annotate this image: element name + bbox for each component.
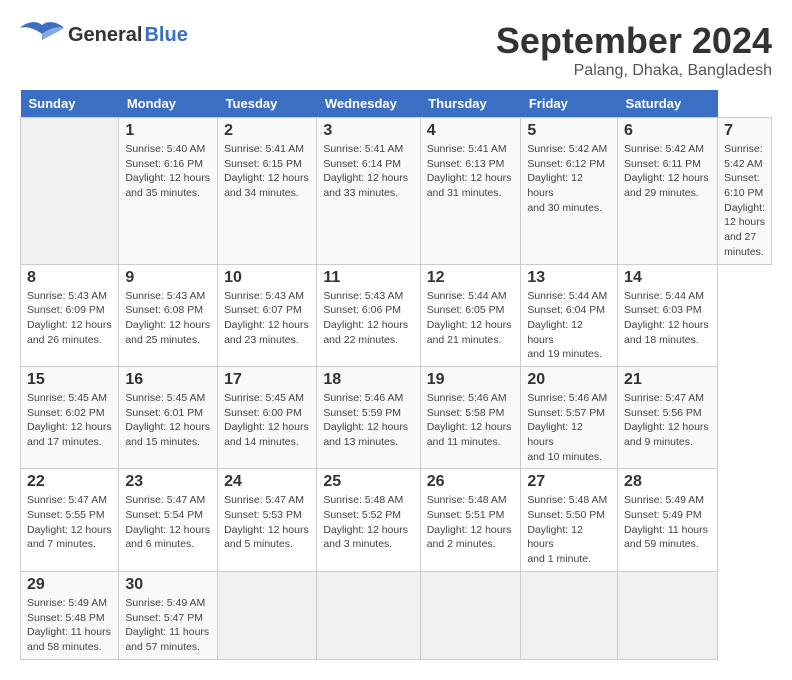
empty-cell-4-5	[521, 571, 618, 659]
day-cell-23: 23Sunrise: 5:47 AM Sunset: 5:54 PM Dayli…	[119, 469, 218, 571]
empty-cell-4-4	[420, 571, 521, 659]
day-cell-15: 15Sunrise: 5:45 AM Sunset: 6:02 PM Dayli…	[21, 366, 119, 468]
day-cell-12: 12Sunrise: 5:44 AM Sunset: 6:05 PM Dayli…	[420, 264, 521, 366]
week-row-4: 22Sunrise: 5:47 AM Sunset: 5:55 PM Dayli…	[21, 469, 772, 571]
day-cell-21: 21Sunrise: 5:47 AM Sunset: 5:56 PM Dayli…	[618, 366, 718, 468]
empty-cell-4-3	[317, 571, 420, 659]
day-cell-22: 22Sunrise: 5:47 AM Sunset: 5:55 PM Dayli…	[21, 469, 119, 571]
day-cell-14: 14Sunrise: 5:44 AM Sunset: 6:03 PM Dayli…	[618, 264, 718, 366]
week-row-1: 1Sunrise: 5:40 AM Sunset: 6:16 PM Daylig…	[21, 118, 772, 265]
day-cell-30: 30Sunrise: 5:49 AM Sunset: 5:47 PM Dayli…	[119, 571, 218, 659]
week-row-2: 8Sunrise: 5:43 AM Sunset: 6:09 PM Daylig…	[21, 264, 772, 366]
day-cell-11: 11Sunrise: 5:43 AM Sunset: 6:06 PM Dayli…	[317, 264, 420, 366]
logo-blue: Blue	[144, 24, 187, 47]
day-cell-18: 18Sunrise: 5:46 AM Sunset: 5:59 PM Dayli…	[317, 366, 420, 468]
day-cell-8: 8Sunrise: 5:43 AM Sunset: 6:09 PM Daylig…	[21, 264, 119, 366]
calendar-header-tuesday: Tuesday	[218, 90, 317, 118]
day-cell-19: 19Sunrise: 5:46 AM Sunset: 5:58 PM Dayli…	[420, 366, 521, 468]
day-cell-28: 28Sunrise: 5:49 AM Sunset: 5:49 PM Dayli…	[618, 469, 718, 571]
calendar-header-sunday: Sunday	[21, 90, 119, 118]
day-cell-4: 4Sunrise: 5:41 AM Sunset: 6:13 PM Daylig…	[420, 118, 521, 265]
title-area: September 2024 Palang, Dhaka, Bangladesh	[496, 20, 772, 80]
day-cell-7: 7Sunrise: 5:42 AM Sunset: 6:10 PM Daylig…	[718, 118, 772, 265]
day-cell-5: 5Sunrise: 5:42 AM Sunset: 6:12 PM Daylig…	[521, 118, 618, 265]
day-cell-3: 3Sunrise: 5:41 AM Sunset: 6:14 PM Daylig…	[317, 118, 420, 265]
logo-general: General	[68, 24, 142, 47]
empty-cell	[21, 118, 119, 265]
calendar-header-wednesday: Wednesday	[317, 90, 420, 118]
calendar-header-thursday: Thursday	[420, 90, 521, 118]
empty-cell-4-6	[618, 571, 718, 659]
day-cell-16: 16Sunrise: 5:45 AM Sunset: 6:01 PM Dayli…	[119, 366, 218, 468]
day-cell-26: 26Sunrise: 5:48 AM Sunset: 5:51 PM Dayli…	[420, 469, 521, 571]
logo-bird-icon	[20, 20, 64, 50]
location-title: Palang, Dhaka, Bangladesh	[496, 62, 772, 80]
day-cell-29: 29Sunrise: 5:49 AM Sunset: 5:48 PM Dayli…	[21, 571, 119, 659]
day-cell-17: 17Sunrise: 5:45 AM Sunset: 6:00 PM Dayli…	[218, 366, 317, 468]
day-cell-2: 2Sunrise: 5:41 AM Sunset: 6:15 PM Daylig…	[218, 118, 317, 265]
day-cell-9: 9Sunrise: 5:43 AM Sunset: 6:08 PM Daylig…	[119, 264, 218, 366]
day-cell-10: 10Sunrise: 5:43 AM Sunset: 6:07 PM Dayli…	[218, 264, 317, 366]
week-row-5: 29Sunrise: 5:49 AM Sunset: 5:48 PM Dayli…	[21, 571, 772, 659]
month-title: September 2024	[496, 20, 772, 62]
calendar-header-monday: Monday	[119, 90, 218, 118]
header: General Blue September 2024 Palang, Dhak…	[20, 20, 772, 80]
calendar-header-saturday: Saturday	[618, 90, 718, 118]
logo: General Blue	[20, 20, 188, 50]
empty-cell-4-2	[218, 571, 317, 659]
day-cell-13: 13Sunrise: 5:44 AM Sunset: 6:04 PM Dayli…	[521, 264, 618, 366]
calendar-header-friday: Friday	[521, 90, 618, 118]
day-cell-20: 20Sunrise: 5:46 AM Sunset: 5:57 PM Dayli…	[521, 366, 618, 468]
day-cell-6: 6Sunrise: 5:42 AM Sunset: 6:11 PM Daylig…	[618, 118, 718, 265]
calendar-table: SundayMondayTuesdayWednesdayThursdayFrid…	[20, 90, 772, 660]
day-cell-25: 25Sunrise: 5:48 AM Sunset: 5:52 PM Dayli…	[317, 469, 420, 571]
day-cell-1: 1Sunrise: 5:40 AM Sunset: 6:16 PM Daylig…	[119, 118, 218, 265]
day-cell-24: 24Sunrise: 5:47 AM Sunset: 5:53 PM Dayli…	[218, 469, 317, 571]
week-row-3: 15Sunrise: 5:45 AM Sunset: 6:02 PM Dayli…	[21, 366, 772, 468]
day-cell-27: 27Sunrise: 5:48 AM Sunset: 5:50 PM Dayli…	[521, 469, 618, 571]
calendar-header-row: SundayMondayTuesdayWednesdayThursdayFrid…	[21, 90, 772, 118]
